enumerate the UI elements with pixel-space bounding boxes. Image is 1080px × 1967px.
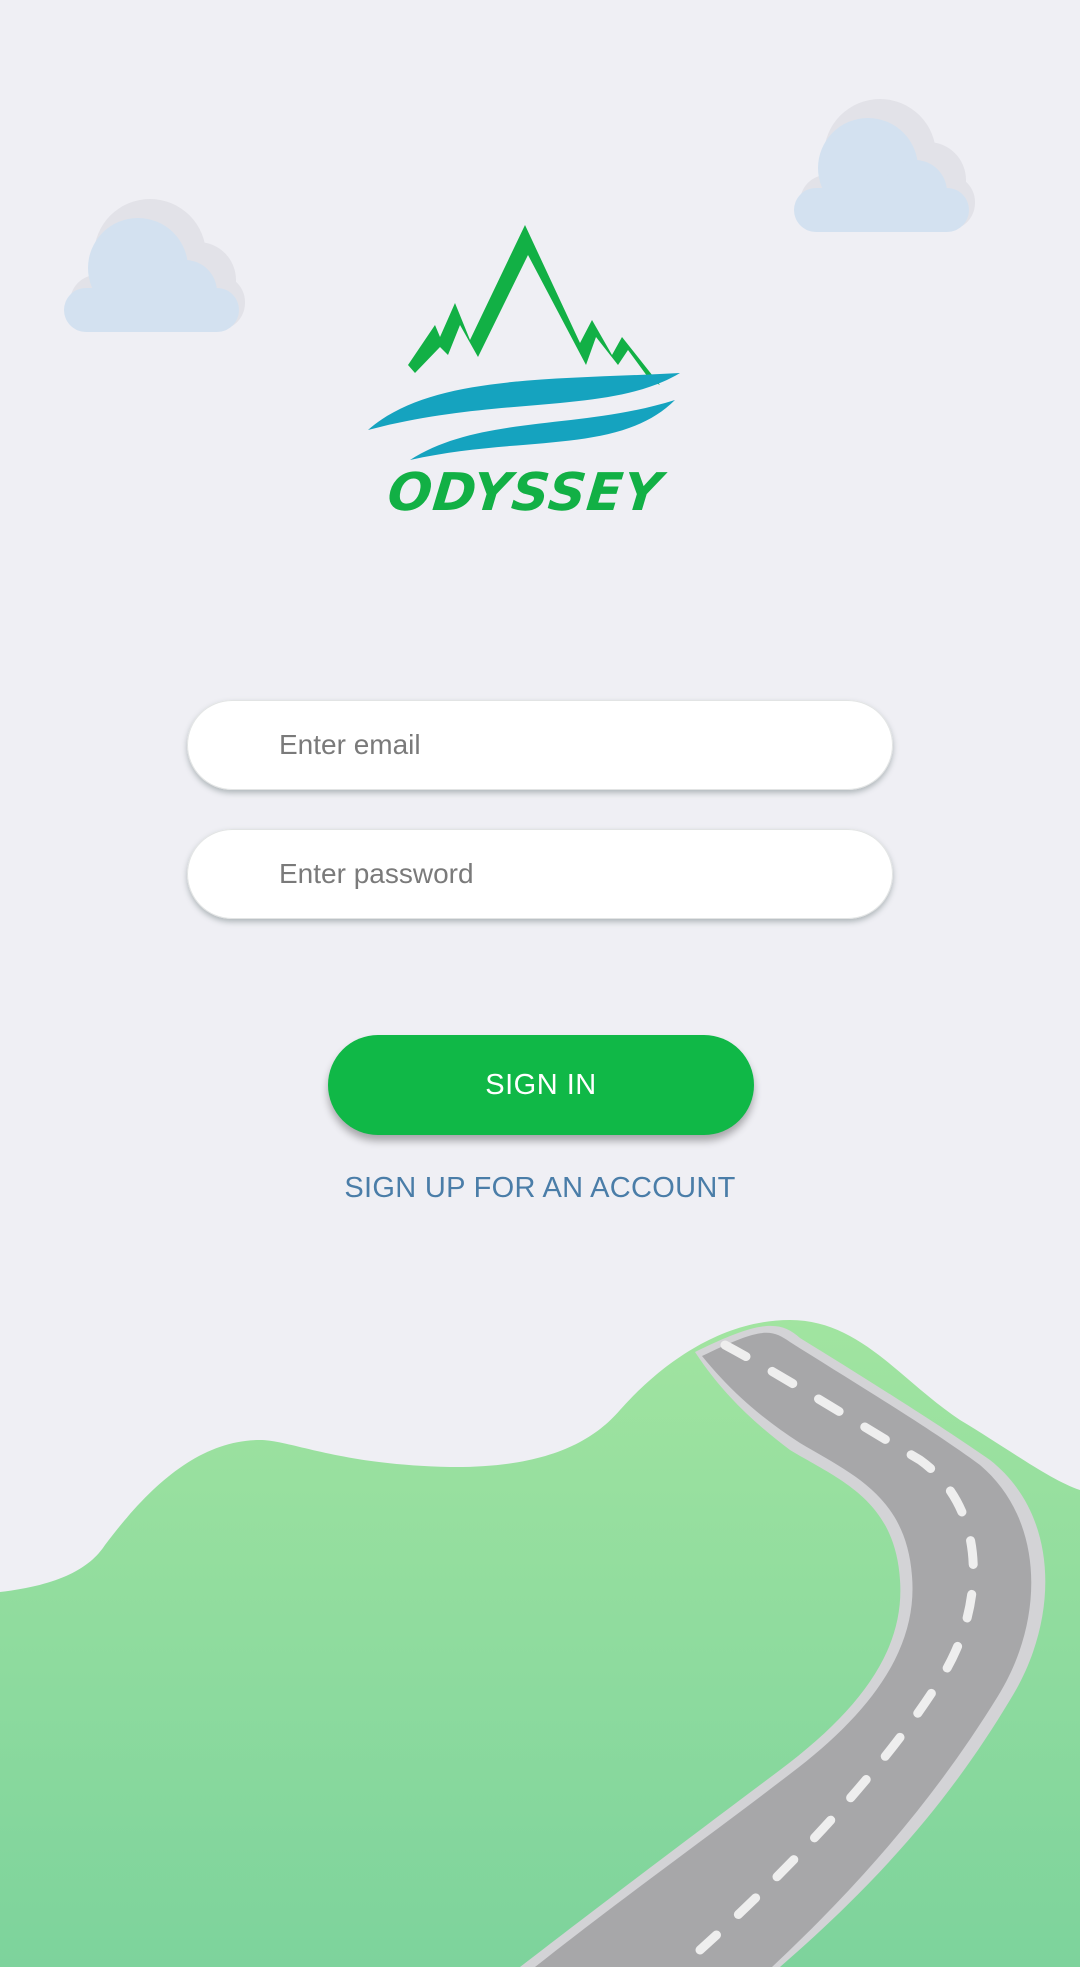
password-input[interactable] <box>277 857 841 891</box>
road-illustration <box>0 1320 1080 1967</box>
brand-name: ODYSSEY <box>384 463 666 523</box>
password-field[interactable] <box>187 829 893 919</box>
sign-in-button[interactable]: SIGN IN <box>328 1035 754 1135</box>
sign-up-link[interactable]: SIGN UP FOR AN ACCOUNT <box>0 1172 1080 1205</box>
cloud-icon <box>794 99 975 232</box>
cloud-icon <box>64 199 245 332</box>
login-screen: ODYSSEY SIGN IN SIGN UP FOR AN ACCOUNT <box>0 0 1080 1967</box>
mountain-logo-icon <box>368 225 680 460</box>
email-input[interactable] <box>277 728 841 762</box>
app-logo: ODYSSEY <box>360 215 690 535</box>
email-field[interactable] <box>187 700 893 790</box>
